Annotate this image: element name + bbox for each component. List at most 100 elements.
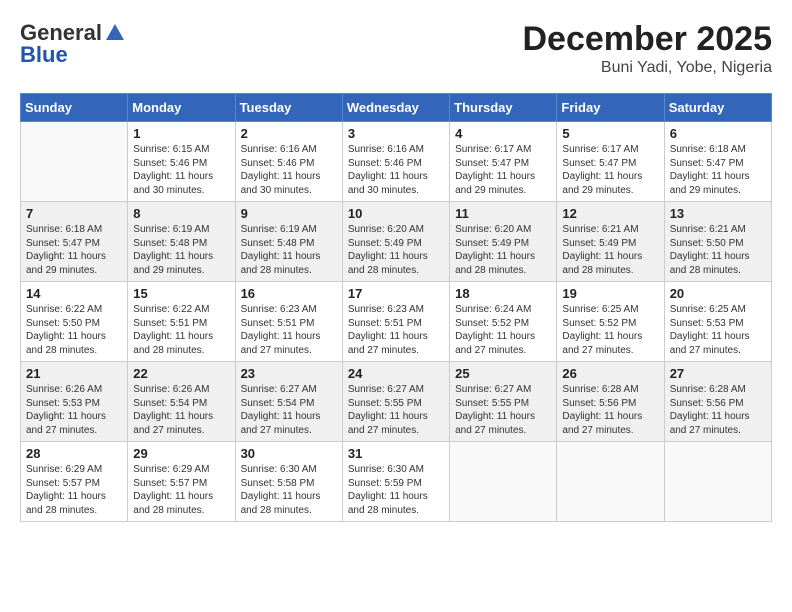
calendar-cell bbox=[557, 442, 664, 522]
logo-icon bbox=[104, 22, 126, 44]
cell-info: Sunrise: 6:22 AM Sunset: 5:50 PM Dayligh… bbox=[26, 304, 106, 356]
cell-info: Sunrise: 6:20 AM Sunset: 5:49 PM Dayligh… bbox=[455, 224, 535, 276]
cell-info: Sunrise: 6:17 AM Sunset: 5:47 PM Dayligh… bbox=[455, 144, 535, 196]
calendar-header-row: SundayMondayTuesdayWednesdayThursdayFrid… bbox=[21, 94, 772, 122]
calendar-cell: 15 Sunrise: 6:22 AM Sunset: 5:51 PM Dayl… bbox=[128, 282, 235, 362]
cell-info: Sunrise: 6:27 AM Sunset: 5:55 PM Dayligh… bbox=[455, 384, 535, 436]
calendar-week-row: 1 Sunrise: 6:15 AM Sunset: 5:46 PM Dayli… bbox=[21, 122, 772, 202]
weekday-header: Monday bbox=[128, 94, 235, 122]
cell-info: Sunrise: 6:25 AM Sunset: 5:52 PM Dayligh… bbox=[562, 304, 642, 356]
cell-info: Sunrise: 6:19 AM Sunset: 5:48 PM Dayligh… bbox=[133, 224, 213, 276]
cell-info: Sunrise: 6:18 AM Sunset: 5:47 PM Dayligh… bbox=[26, 224, 106, 276]
calendar-cell: 16 Sunrise: 6:23 AM Sunset: 5:51 PM Dayl… bbox=[235, 282, 342, 362]
day-number: 10 bbox=[348, 206, 444, 221]
weekday-header: Saturday bbox=[664, 94, 771, 122]
calendar-cell: 4 Sunrise: 6:17 AM Sunset: 5:47 PM Dayli… bbox=[450, 122, 557, 202]
day-number: 6 bbox=[670, 126, 766, 141]
cell-info: Sunrise: 6:28 AM Sunset: 5:56 PM Dayligh… bbox=[670, 384, 750, 436]
calendar-cell: 3 Sunrise: 6:16 AM Sunset: 5:46 PM Dayli… bbox=[342, 122, 449, 202]
calendar-table: SundayMondayTuesdayWednesdayThursdayFrid… bbox=[20, 93, 772, 522]
calendar-cell bbox=[21, 122, 128, 202]
day-number: 25 bbox=[455, 366, 551, 381]
day-number: 14 bbox=[26, 286, 122, 301]
day-number: 1 bbox=[133, 126, 229, 141]
cell-info: Sunrise: 6:16 AM Sunset: 5:46 PM Dayligh… bbox=[241, 144, 321, 196]
calendar-cell: 12 Sunrise: 6:21 AM Sunset: 5:49 PM Dayl… bbox=[557, 202, 664, 282]
calendar-cell: 9 Sunrise: 6:19 AM Sunset: 5:48 PM Dayli… bbox=[235, 202, 342, 282]
day-number: 11 bbox=[455, 206, 551, 221]
cell-info: Sunrise: 6:30 AM Sunset: 5:58 PM Dayligh… bbox=[241, 464, 321, 516]
page-subtitle: Buni Yadi, Yobe, Nigeria bbox=[522, 59, 772, 77]
day-number: 30 bbox=[241, 446, 337, 461]
cell-info: Sunrise: 6:27 AM Sunset: 5:54 PM Dayligh… bbox=[241, 384, 321, 436]
calendar-cell: 6 Sunrise: 6:18 AM Sunset: 5:47 PM Dayli… bbox=[664, 122, 771, 202]
cell-info: Sunrise: 6:28 AM Sunset: 5:56 PM Dayligh… bbox=[562, 384, 642, 436]
cell-info: Sunrise: 6:19 AM Sunset: 5:48 PM Dayligh… bbox=[241, 224, 321, 276]
cell-info: Sunrise: 6:24 AM Sunset: 5:52 PM Dayligh… bbox=[455, 304, 535, 356]
weekday-header: Friday bbox=[557, 94, 664, 122]
page-title: December 2025 bbox=[522, 20, 772, 59]
calendar-cell: 11 Sunrise: 6:20 AM Sunset: 5:49 PM Dayl… bbox=[450, 202, 557, 282]
day-number: 29 bbox=[133, 446, 229, 461]
day-number: 9 bbox=[241, 206, 337, 221]
calendar-cell: 5 Sunrise: 6:17 AM Sunset: 5:47 PM Dayli… bbox=[557, 122, 664, 202]
day-number: 23 bbox=[241, 366, 337, 381]
day-number: 5 bbox=[562, 126, 658, 141]
day-number: 24 bbox=[348, 366, 444, 381]
calendar-cell: 1 Sunrise: 6:15 AM Sunset: 5:46 PM Dayli… bbox=[128, 122, 235, 202]
day-number: 3 bbox=[348, 126, 444, 141]
cell-info: Sunrise: 6:30 AM Sunset: 5:59 PM Dayligh… bbox=[348, 464, 428, 516]
cell-info: Sunrise: 6:27 AM Sunset: 5:55 PM Dayligh… bbox=[348, 384, 428, 436]
calendar-cell: 14 Sunrise: 6:22 AM Sunset: 5:50 PM Dayl… bbox=[21, 282, 128, 362]
calendar-cell: 23 Sunrise: 6:27 AM Sunset: 5:54 PM Dayl… bbox=[235, 362, 342, 442]
calendar-week-row: 7 Sunrise: 6:18 AM Sunset: 5:47 PM Dayli… bbox=[21, 202, 772, 282]
day-number: 19 bbox=[562, 286, 658, 301]
cell-info: Sunrise: 6:21 AM Sunset: 5:49 PM Dayligh… bbox=[562, 224, 642, 276]
title-block: December 2025 Buni Yadi, Yobe, Nigeria bbox=[522, 20, 772, 77]
cell-info: Sunrise: 6:16 AM Sunset: 5:46 PM Dayligh… bbox=[348, 144, 428, 196]
day-number: 15 bbox=[133, 286, 229, 301]
page-header: General Blue December 2025 Buni Yadi, Yo… bbox=[20, 20, 772, 77]
day-number: 4 bbox=[455, 126, 551, 141]
cell-info: Sunrise: 6:20 AM Sunset: 5:49 PM Dayligh… bbox=[348, 224, 428, 276]
calendar-cell: 27 Sunrise: 6:28 AM Sunset: 5:56 PM Dayl… bbox=[664, 362, 771, 442]
calendar-cell: 26 Sunrise: 6:28 AM Sunset: 5:56 PM Dayl… bbox=[557, 362, 664, 442]
day-number: 21 bbox=[26, 366, 122, 381]
day-number: 20 bbox=[670, 286, 766, 301]
day-number: 2 bbox=[241, 126, 337, 141]
calendar-cell: 13 Sunrise: 6:21 AM Sunset: 5:50 PM Dayl… bbox=[664, 202, 771, 282]
weekday-header: Wednesday bbox=[342, 94, 449, 122]
calendar-week-row: 28 Sunrise: 6:29 AM Sunset: 5:57 PM Dayl… bbox=[21, 442, 772, 522]
weekday-header: Sunday bbox=[21, 94, 128, 122]
calendar-cell: 7 Sunrise: 6:18 AM Sunset: 5:47 PM Dayli… bbox=[21, 202, 128, 282]
cell-info: Sunrise: 6:23 AM Sunset: 5:51 PM Dayligh… bbox=[348, 304, 428, 356]
logo-blue-text: Blue bbox=[20, 42, 68, 68]
calendar-cell: 22 Sunrise: 6:26 AM Sunset: 5:54 PM Dayl… bbox=[128, 362, 235, 442]
day-number: 16 bbox=[241, 286, 337, 301]
calendar-cell: 17 Sunrise: 6:23 AM Sunset: 5:51 PM Dayl… bbox=[342, 282, 449, 362]
calendar-cell: 21 Sunrise: 6:26 AM Sunset: 5:53 PM Dayl… bbox=[21, 362, 128, 442]
calendar-cell: 28 Sunrise: 6:29 AM Sunset: 5:57 PM Dayl… bbox=[21, 442, 128, 522]
calendar-week-row: 21 Sunrise: 6:26 AM Sunset: 5:53 PM Dayl… bbox=[21, 362, 772, 442]
weekday-header: Tuesday bbox=[235, 94, 342, 122]
calendar-cell: 8 Sunrise: 6:19 AM Sunset: 5:48 PM Dayli… bbox=[128, 202, 235, 282]
calendar-cell: 25 Sunrise: 6:27 AM Sunset: 5:55 PM Dayl… bbox=[450, 362, 557, 442]
calendar-cell: 24 Sunrise: 6:27 AM Sunset: 5:55 PM Dayl… bbox=[342, 362, 449, 442]
day-number: 28 bbox=[26, 446, 122, 461]
cell-info: Sunrise: 6:15 AM Sunset: 5:46 PM Dayligh… bbox=[133, 144, 213, 196]
day-number: 31 bbox=[348, 446, 444, 461]
day-number: 7 bbox=[26, 206, 122, 221]
day-number: 8 bbox=[133, 206, 229, 221]
logo: General Blue bbox=[20, 20, 126, 68]
calendar-cell: 29 Sunrise: 6:29 AM Sunset: 5:57 PM Dayl… bbox=[128, 442, 235, 522]
calendar-cell: 20 Sunrise: 6:25 AM Sunset: 5:53 PM Dayl… bbox=[664, 282, 771, 362]
calendar-cell: 10 Sunrise: 6:20 AM Sunset: 5:49 PM Dayl… bbox=[342, 202, 449, 282]
day-number: 22 bbox=[133, 366, 229, 381]
cell-info: Sunrise: 6:29 AM Sunset: 5:57 PM Dayligh… bbox=[26, 464, 106, 516]
calendar-cell: 18 Sunrise: 6:24 AM Sunset: 5:52 PM Dayl… bbox=[450, 282, 557, 362]
cell-info: Sunrise: 6:26 AM Sunset: 5:54 PM Dayligh… bbox=[133, 384, 213, 436]
calendar-cell bbox=[664, 442, 771, 522]
cell-info: Sunrise: 6:26 AM Sunset: 5:53 PM Dayligh… bbox=[26, 384, 106, 436]
weekday-header: Thursday bbox=[450, 94, 557, 122]
calendar-cell: 31 Sunrise: 6:30 AM Sunset: 5:59 PM Dayl… bbox=[342, 442, 449, 522]
